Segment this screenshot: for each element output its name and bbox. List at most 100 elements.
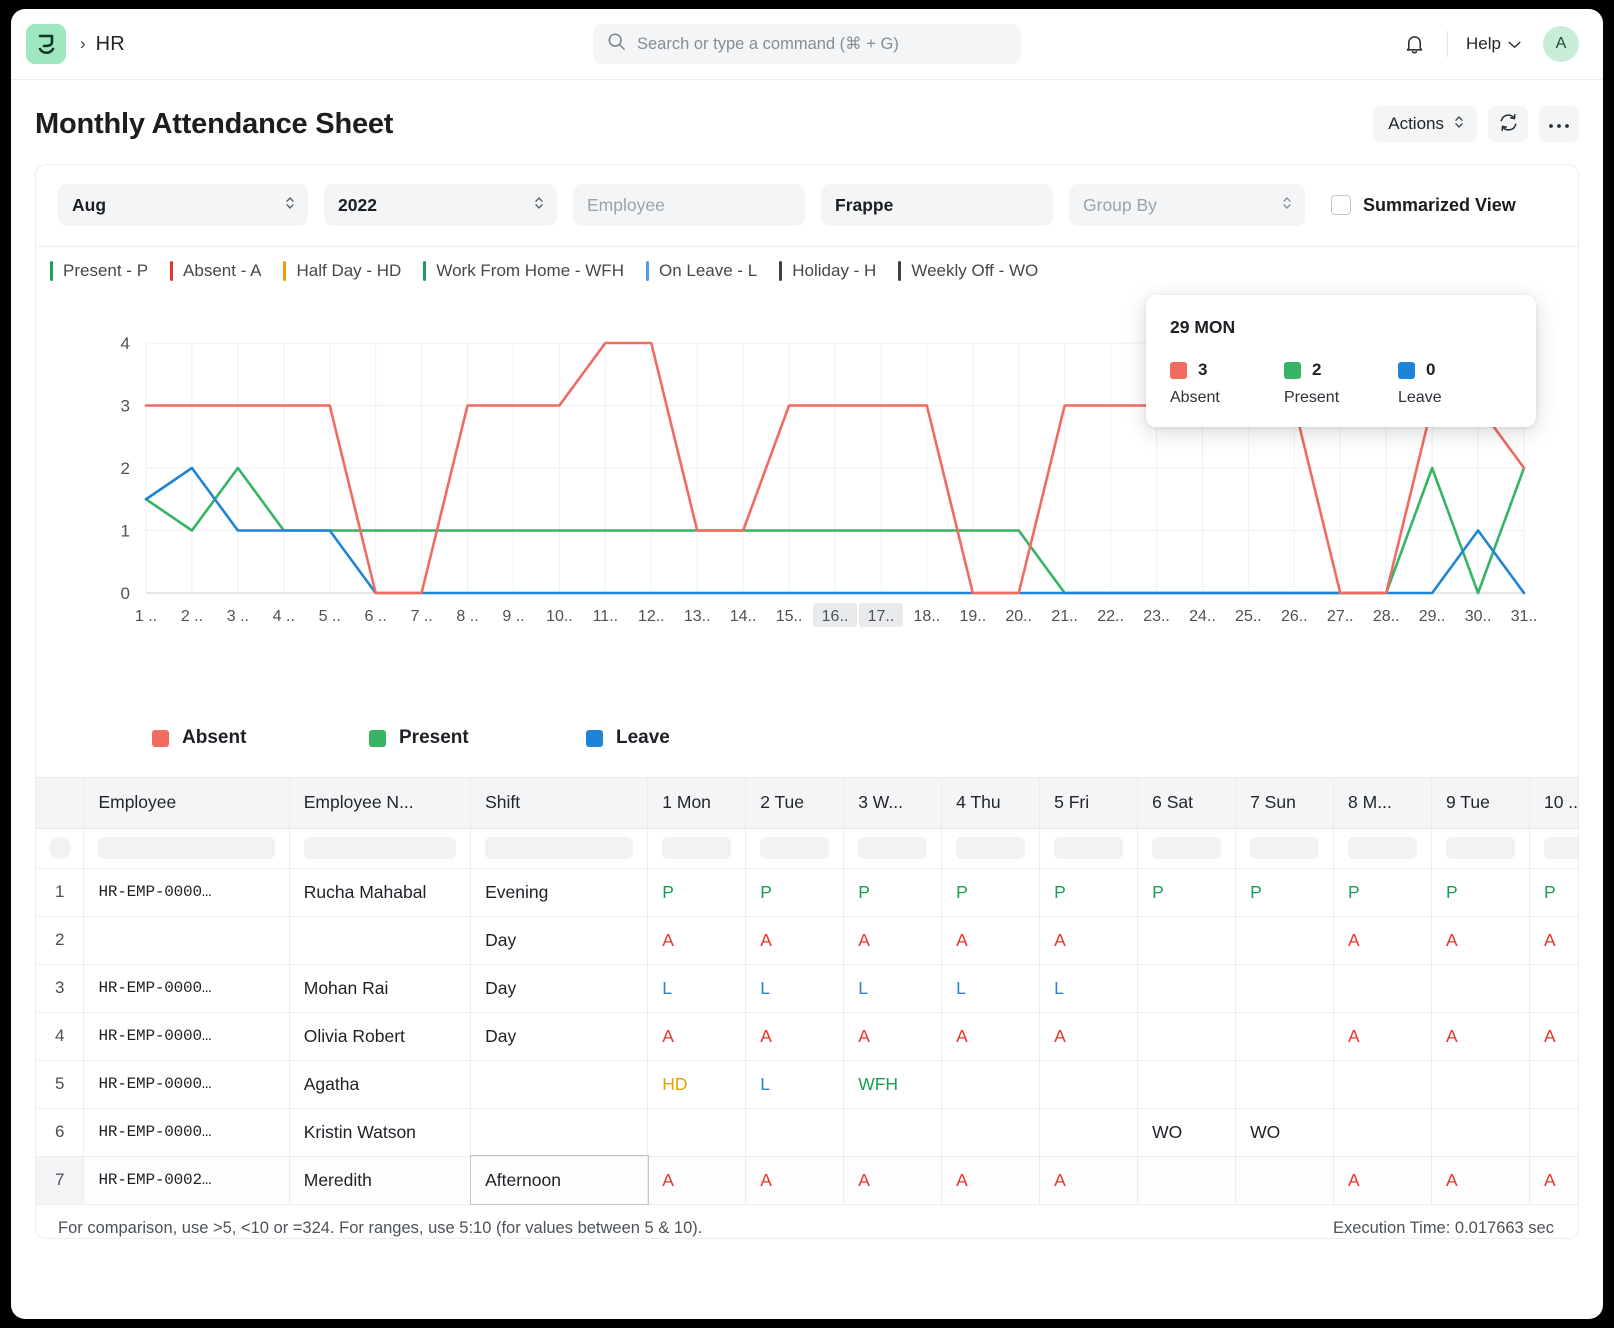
cell-shift[interactable] [470,1060,649,1109]
cell-day-5[interactable]: A [1039,1156,1139,1205]
cell-employee-name[interactable]: Kristin Watson [289,1108,472,1157]
cell-day-9[interactable]: P [1431,868,1530,917]
cell-day-9[interactable] [1431,1108,1530,1157]
cell-day-7[interactable]: WO [1235,1108,1335,1157]
group-by-select[interactable]: Group By [1069,184,1305,226]
cell-day-7[interactable] [1235,1060,1335,1109]
cell-employee-name[interactable]: Mohan Rai [289,964,472,1013]
cell-day-2[interactable] [745,1108,845,1157]
cell-day-7[interactable]: P [1235,868,1335,917]
employee-filter[interactable]: Employee [573,184,805,226]
cell-day-9[interactable]: A [1431,1156,1530,1205]
cell-day-6[interactable]: P [1137,868,1237,917]
column-header[interactable]: 4 Thu [941,778,1041,829]
cell-day-4[interactable]: A [941,1156,1041,1205]
cell-day-6[interactable] [1137,1060,1237,1109]
cell-day-1[interactable]: P [647,868,747,917]
column-filter-cell[interactable] [83,828,290,869]
cell-day-6[interactable] [1137,916,1237,965]
bell-icon[interactable] [1397,27,1431,61]
cell-day-2[interactable]: A [745,1012,845,1061]
month-select[interactable]: Aug [58,184,308,226]
column-header[interactable]: 2 Tue [745,778,845,829]
cell-day-2[interactable]: A [745,916,845,965]
cell-day-3[interactable]: A [843,1012,943,1061]
cell-day-5[interactable]: P [1039,868,1139,917]
cell-day-8[interactable]: A [1333,1012,1433,1061]
column-filter-cell[interactable] [941,828,1041,869]
cell-employee[interactable]: HR-EMP-0000… [83,1060,290,1109]
cell-day-5[interactable] [1039,1060,1139,1109]
actions-button[interactable]: Actions [1373,106,1477,142]
company-filter[interactable]: Frappe [821,184,1053,226]
cell-day-1[interactable]: HD [647,1060,747,1109]
cell-day-8[interactable] [1333,1108,1433,1157]
chart-legend-item[interactable]: Present [369,727,586,749]
cell-day-10[interactable]: A [1529,1156,1578,1205]
cell-shift[interactable] [470,1108,649,1157]
column-filter-cell[interactable] [843,828,943,869]
cell-day-3[interactable]: A [843,1156,943,1205]
column-filter-cell[interactable] [647,828,747,869]
column-header[interactable]: 1 Mon [647,778,747,829]
column-header[interactable]: Employee N... [289,778,472,829]
cell-day-4[interactable]: L [941,964,1041,1013]
cell-day-8[interactable]: A [1333,916,1433,965]
cell-employee[interactable]: HR-EMP-0000… [83,964,290,1013]
column-filter-cell[interactable] [1039,828,1139,869]
column-header[interactable]: 9 Tue [1431,778,1530,829]
cell-day-6[interactable] [1137,1012,1237,1061]
cell-day-3[interactable]: A [843,916,943,965]
cell-day-6[interactable]: WO [1137,1108,1237,1157]
cell-day-1[interactable]: A [647,916,747,965]
cell-day-2[interactable]: L [745,964,845,1013]
column-filter-cell[interactable] [1137,828,1237,869]
cell-employee[interactable]: HR-EMP-0002… [83,1156,290,1205]
table-row[interactable]: 6 HR-EMP-0000… Kristin Watson WO WO [36,1108,1578,1157]
cell-day-4[interactable] [941,1060,1041,1109]
cell-day-10[interactable] [1529,1108,1578,1157]
cell-day-2[interactable]: L [745,1060,845,1109]
cell-employee-name[interactable]: Agatha [289,1060,472,1109]
cell-day-10[interactable] [1529,964,1578,1013]
cell-day-10[interactable] [1529,1060,1578,1109]
cell-employee[interactable] [83,916,290,965]
cell-day-4[interactable]: A [941,916,1041,965]
column-filter-cell[interactable] [470,828,649,869]
year-select[interactable]: 2022 [324,184,557,226]
chart-legend-item[interactable]: Absent [152,727,369,749]
column-filter-cell[interactable] [745,828,845,869]
cell-day-5[interactable]: L [1039,964,1139,1013]
cell-day-8[interactable] [1333,1060,1433,1109]
column-filter-cell[interactable] [1333,828,1433,869]
cell-day-10[interactable]: P [1529,868,1578,917]
cell-employee[interactable]: HR-EMP-0000… [83,868,290,917]
chart-legend-item[interactable]: Leave [586,727,803,749]
cell-day-10[interactable]: A [1529,916,1578,965]
cell-day-8[interactable]: P [1333,868,1433,917]
column-header[interactable]: 8 M... [1333,778,1433,829]
cell-day-3[interactable]: WFH [843,1060,943,1109]
cell-day-5[interactable] [1039,1108,1139,1157]
column-filter-cell[interactable] [1529,828,1578,869]
cell-day-4[interactable]: P [941,868,1041,917]
cell-day-2[interactable]: A [745,1156,845,1205]
cell-day-8[interactable] [1333,964,1433,1013]
search-input[interactable] [637,34,1007,54]
help-menu[interactable]: Help [1466,34,1521,54]
refresh-button[interactable] [1488,106,1528,142]
cell-employee-name[interactable]: Olivia Robert [289,1012,472,1061]
column-header[interactable]: Employee [83,778,290,829]
cell-employee-name[interactable] [289,916,472,965]
cell-shift[interactable]: Day [470,964,649,1013]
cell-employee[interactable]: HR-EMP-0000… [83,1108,290,1157]
cell-day-9[interactable] [1431,964,1530,1013]
cell-day-1[interactable] [647,1108,747,1157]
table-row[interactable]: 4 HR-EMP-0000… Olivia Robert Day A A A A A A A A [36,1012,1578,1061]
frappe-logo-icon[interactable] [26,24,66,64]
cell-day-10[interactable]: A [1529,1012,1578,1061]
column-header[interactable]: 3 W... [843,778,943,829]
cell-shift[interactable]: Evening [470,868,649,917]
cell-day-7[interactable] [1235,1156,1335,1205]
table-row[interactable]: 3 HR-EMP-0000… Mohan Rai Day L L L L L [36,964,1578,1013]
